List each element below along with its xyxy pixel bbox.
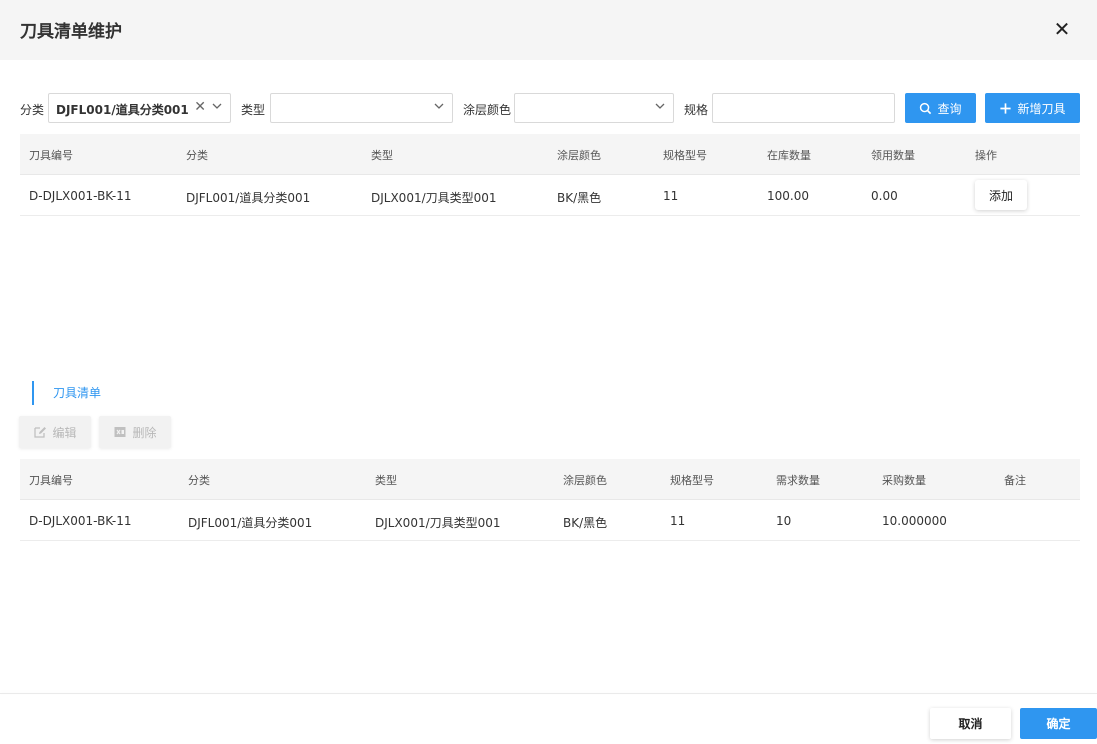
header-coating: 涂层颜色 xyxy=(557,149,601,162)
search-icon xyxy=(920,102,932,114)
header-demand: 需求数量 xyxy=(776,474,820,487)
coating-label: 涂层颜色 xyxy=(463,103,512,117)
cell-stock: 100.00 xyxy=(767,189,809,203)
type-select[interactable] xyxy=(270,93,453,123)
header-type: 类型 xyxy=(375,474,397,487)
query-button-label: 查询 xyxy=(937,101,962,116)
add-tool-button[interactable]: 新增刀具 xyxy=(985,93,1080,123)
header-used: 领用数量 xyxy=(871,149,915,162)
cell-demand: 10 xyxy=(776,514,792,528)
edit-icon xyxy=(34,427,47,438)
spec-input-box xyxy=(712,93,895,123)
header-purchase: 采购数量 xyxy=(882,474,926,487)
category-select[interactable]: DJFL001/道具分类001 ✕ xyxy=(48,93,231,123)
coating-select[interactable] xyxy=(514,93,674,123)
edit-button-label: 编辑 xyxy=(52,425,77,440)
cancel-button[interactable]: 取消 xyxy=(930,708,1011,739)
ok-button[interactable]: 确定 xyxy=(1020,708,1097,739)
search-table-header: 刀具编号 分类 类型 涂层颜色 规格型号 在库数量 领用数量 操作 xyxy=(20,134,1080,175)
clear-icon[interactable]: ✕ xyxy=(194,99,206,115)
delete-button-label: 删除 xyxy=(132,425,157,440)
search-table: 刀具编号 分类 类型 涂层颜色 规格型号 在库数量 领用数量 操作 D-DJLX… xyxy=(20,134,1080,216)
header-stock: 在库数量 xyxy=(767,149,811,162)
close-icon[interactable]: ✕ xyxy=(1049,16,1075,42)
cell-purchase: 10.000000 xyxy=(882,514,947,528)
category-label: 分类 xyxy=(20,103,45,117)
list-table-header: 刀具编号 分类 类型 涂层颜色 规格型号 需求数量 采购数量 备注 xyxy=(20,459,1080,500)
header-action: 操作 xyxy=(975,149,997,162)
header-spec: 规格型号 xyxy=(663,149,707,162)
header-type: 类型 xyxy=(371,149,393,162)
category-select-value: DJFL001/道具分类001 xyxy=(56,103,189,117)
cell-coating: BK/黑色 xyxy=(557,191,602,205)
header-spec: 规格型号 xyxy=(670,474,714,487)
delete-button[interactable]: 删除 xyxy=(99,416,171,448)
header-note: 备注 xyxy=(1004,474,1026,487)
delete-icon xyxy=(114,427,126,437)
footer-divider xyxy=(0,693,1097,694)
cell-category: DJFL001/道具分类001 xyxy=(188,516,313,530)
spec-label: 规格 xyxy=(684,103,709,117)
cell-spec: 11 xyxy=(663,189,679,203)
dialog-header: 刀具清单维护 ✕ xyxy=(0,0,1097,60)
type-label: 类型 xyxy=(241,103,266,117)
header-coating: 涂层颜色 xyxy=(563,474,607,487)
cell-type: DJLX001/刀具类型001 xyxy=(375,516,501,530)
add-tool-button-label: 新增刀具 xyxy=(1017,101,1066,116)
cell-code: D-DJLX001-BK-11 xyxy=(29,514,132,528)
chevron-down-icon xyxy=(212,103,222,109)
edit-button[interactable]: 编辑 xyxy=(19,416,91,448)
header-code: 刀具编号 xyxy=(29,474,73,487)
dialog-title: 刀具清单维护 xyxy=(20,22,122,42)
chevron-down-icon xyxy=(655,103,665,109)
cell-category: DJFL001/道具分类001 xyxy=(186,191,311,205)
cell-code: D-DJLX001-BK-11 xyxy=(29,189,132,203)
cell-coating: BK/黑色 xyxy=(563,516,608,530)
plus-icon xyxy=(1000,102,1012,114)
add-row-button[interactable]: 添加 xyxy=(975,180,1027,210)
table-row[interactable]: D-DJLX001-BK-11 DJFL001/道具分类001 DJLX001/… xyxy=(20,500,1080,541)
header-code: 刀具编号 xyxy=(29,149,73,162)
cell-used: 0.00 xyxy=(871,189,898,203)
cell-type: DJLX001/刀具类型001 xyxy=(371,191,497,205)
spec-input[interactable] xyxy=(713,94,894,122)
query-button[interactable]: 查询 xyxy=(905,93,976,123)
cell-spec: 11 xyxy=(670,514,686,528)
header-category: 分类 xyxy=(186,149,208,162)
header-category: 分类 xyxy=(188,474,210,487)
chevron-down-icon xyxy=(434,103,444,109)
table-row: D-DJLX001-BK-11 DJFL001/道具分类001 DJLX001/… xyxy=(20,175,1080,216)
section-title: 刀具清单 xyxy=(32,381,101,405)
list-table: 刀具编号 分类 类型 涂层颜色 规格型号 需求数量 采购数量 备注 D-DJLX… xyxy=(20,459,1080,541)
